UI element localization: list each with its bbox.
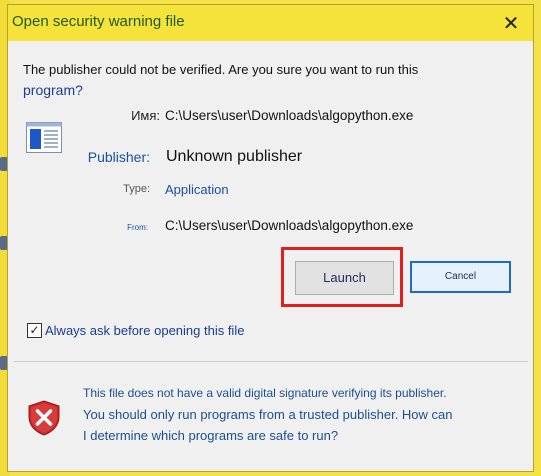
security-warning-dialog: Open security warning file ✕ The publish…	[7, 4, 534, 472]
title-bar: Open security warning file ✕	[8, 5, 533, 41]
publisher-label: Publisher:	[87, 149, 150, 165]
cancel-button[interactable]: Cancel	[410, 261, 511, 293]
safe-programs-help-link-cont[interactable]: I determine which programs are safe to r…	[83, 425, 513, 446]
always-ask-label[interactable]: Always ask before opening this file	[45, 323, 244, 338]
question-line-2: program?	[23, 82, 83, 98]
type-label: Type:	[123, 183, 150, 195]
warning-line-1: This file does not have a valid digital …	[83, 386, 447, 400]
from-value: C:\Users\user\Downloads\algopython.exe	[165, 218, 414, 233]
publisher-value: Unknown publisher	[166, 148, 303, 165]
safe-programs-help-link[interactable]: How can	[402, 407, 453, 422]
publisher-question: The publisher could not be verified. Are…	[23, 59, 493, 101]
warning-line-2: You should only run programs from a trus…	[83, 404, 513, 425]
shield-error-icon	[28, 400, 60, 436]
warning-line-2-text: You should only run programs from a trus…	[83, 407, 402, 422]
name-value: C:\Users\user\Downloads\algopython.exe	[165, 108, 414, 123]
launch-button[interactable]: Launch	[295, 261, 394, 295]
name-label: Имя:	[131, 108, 160, 123]
dialog-title: Open security warning file	[12, 13, 185, 30]
close-icon[interactable]: ✕	[497, 9, 525, 37]
warning-text: This file does not have a valid digital …	[83, 383, 513, 446]
application-window-icon	[26, 122, 62, 153]
question-line-1: The publisher could not be verified. Are…	[23, 62, 419, 77]
from-label: From:	[127, 223, 148, 232]
separator	[14, 361, 528, 362]
always-ask-checkbox[interactable]: ✓	[27, 323, 42, 338]
type-value: Application	[165, 182, 229, 197]
